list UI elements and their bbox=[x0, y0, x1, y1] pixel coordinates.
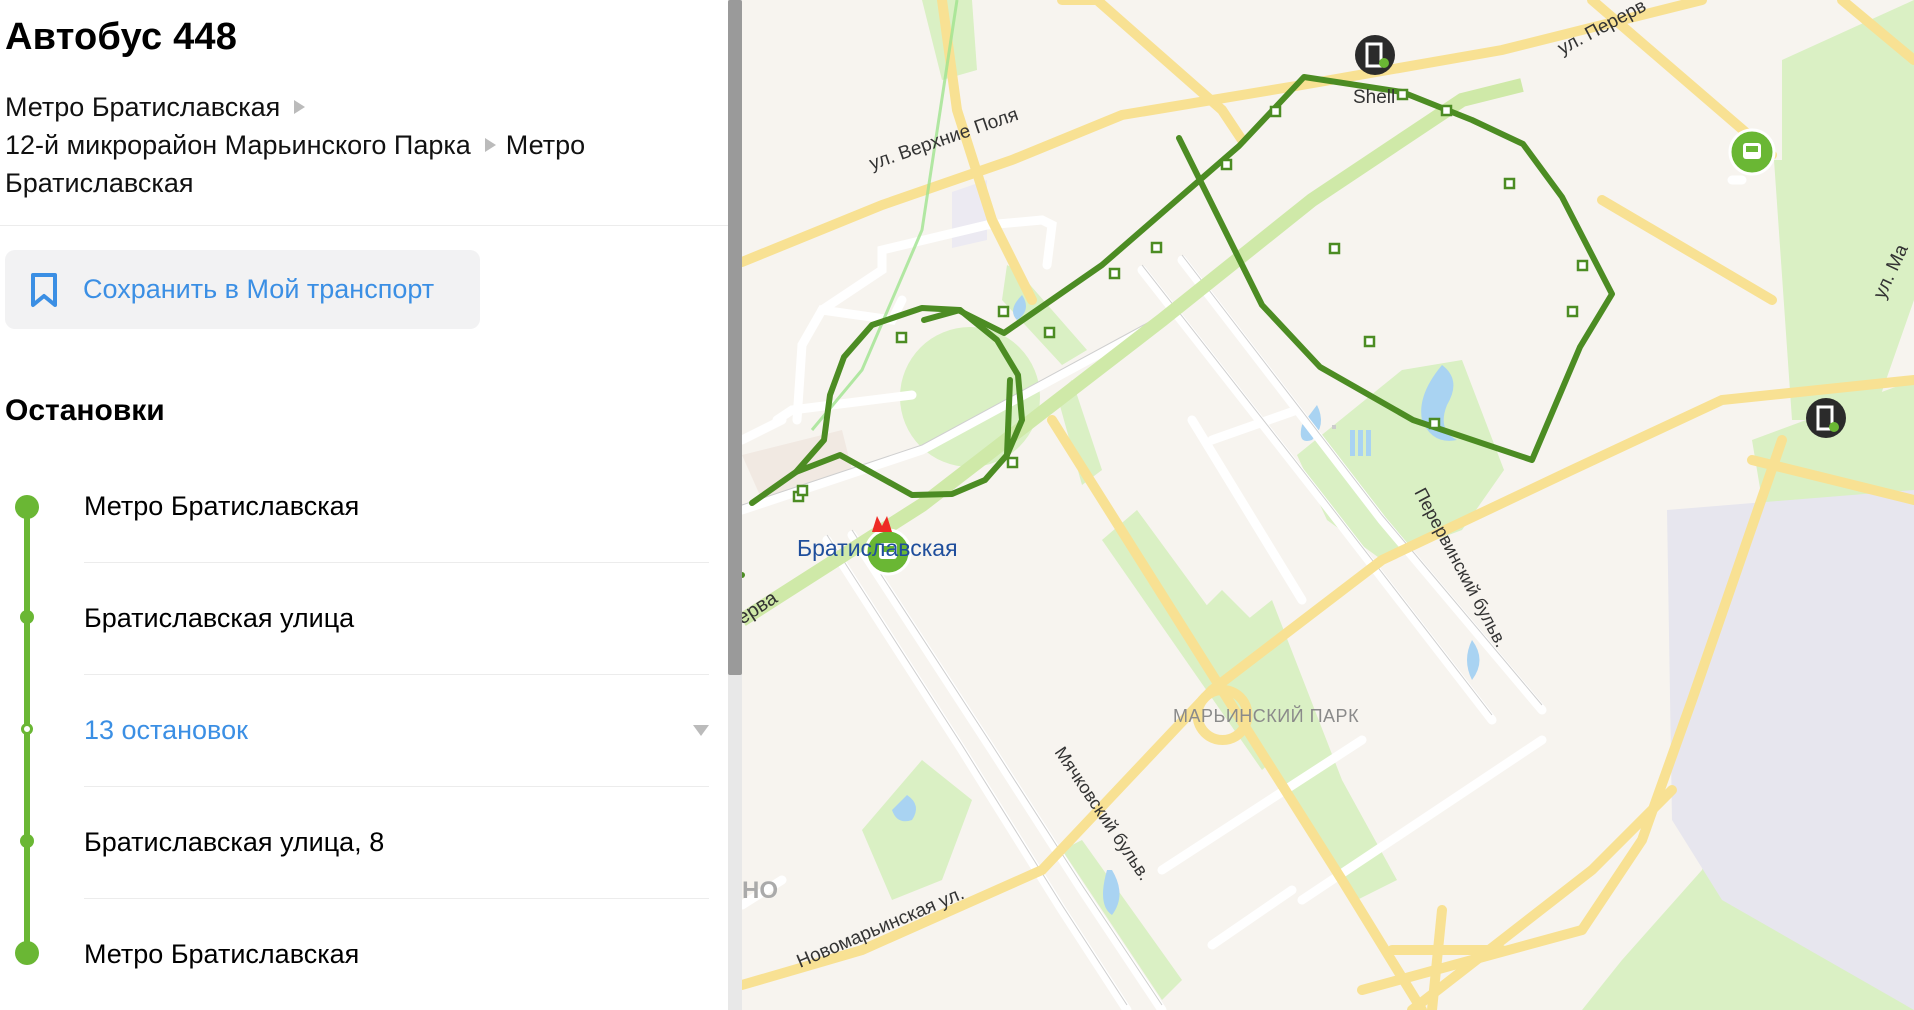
save-button-label: Сохранить в Мой транспорт bbox=[83, 274, 435, 304]
page-title: Автобус 448 bbox=[5, 16, 238, 58]
bus-stop-icon[interactable] bbox=[1728, 128, 1776, 176]
stop-name: Братиславская улица, 8 bbox=[84, 826, 385, 857]
save-to-my-transport-button[interactable]: Сохранить в Мой транспорт bbox=[5, 250, 480, 329]
route-via: 12-й микрорайон Марьинского Парка bbox=[5, 130, 471, 160]
scrollbar-thumb[interactable] bbox=[728, 0, 742, 675]
district-label: МАРЬИНСКИЙ ПАРК bbox=[1173, 705, 1359, 726]
list-item[interactable]: Метро Братиславская bbox=[84, 450, 709, 563]
stop-marker bbox=[20, 834, 34, 848]
list-item[interactable]: Метро Братиславская bbox=[84, 898, 709, 1010]
collapsed-stops-count: 13 остановок bbox=[84, 714, 248, 745]
divider bbox=[0, 225, 728, 226]
stop-name: Метро Братиславская bbox=[84, 938, 360, 969]
stop-name: Братиславская улица bbox=[84, 602, 355, 633]
fuel-station-icon[interactable] bbox=[1806, 398, 1846, 438]
metro-station-label: Братиславская bbox=[797, 535, 958, 561]
route-from: Метро Братиславская bbox=[5, 92, 281, 122]
route-description: Метро Братиславская 12-й микрорайон Марь… bbox=[5, 88, 705, 202]
stop-name: Метро Братиславская bbox=[84, 490, 360, 521]
route-arrow-icon bbox=[294, 100, 306, 114]
list-item[interactable]: Братиславская улица, 8 bbox=[84, 786, 709, 899]
route-arrow-icon bbox=[484, 138, 496, 152]
stop-marker bbox=[20, 610, 34, 624]
shell-label: Shell bbox=[1353, 87, 1395, 108]
route-panel: Автобус 448 Метро Братиславская 12-й мик… bbox=[0, 0, 728, 1010]
stop-marker-collapsed bbox=[21, 723, 33, 735]
bookmark-icon bbox=[29, 270, 63, 310]
map-canvas[interactable]: Shell Братиславская ул. Верхние Поля ул.… bbox=[742, 0, 1914, 1010]
map-view[interactable]: Shell Братиславская ул. Верхние Поля ул.… bbox=[742, 0, 1914, 1010]
stop-marker-end bbox=[15, 941, 39, 965]
chevron-down-icon bbox=[693, 725, 709, 736]
list-item[interactable]: Братиславская улица bbox=[84, 562, 709, 675]
stops-heading: Остановки bbox=[5, 394, 165, 427]
street-label-novomarinskaya: Новомарьинская ул. bbox=[794, 883, 968, 973]
district-label-fragment: НО bbox=[742, 877, 778, 904]
expand-stops-toggle[interactable]: 13 остановок bbox=[84, 674, 709, 787]
panel-scrollbar[interactable] bbox=[728, 0, 742, 1010]
fuel-station-icon[interactable] bbox=[1355, 35, 1395, 75]
stop-marker-start bbox=[15, 495, 39, 519]
